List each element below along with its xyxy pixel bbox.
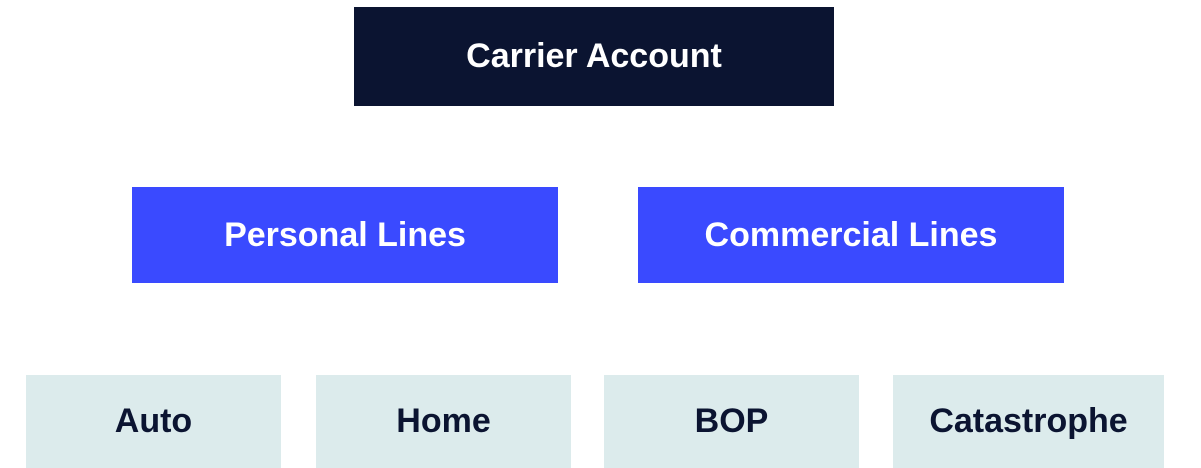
bop-node: BOP [604, 375, 859, 468]
carrier-account-node: Carrier Account [354, 7, 834, 106]
personal-lines-label: Personal Lines [224, 215, 466, 254]
carrier-account-label: Carrier Account [466, 37, 722, 75]
commercial-lines-label: Commercial Lines [704, 215, 998, 254]
auto-node: Auto [26, 375, 281, 468]
org-chart: { "colors": { "root_bg": "#0B1431", "roo… [0, 0, 1201, 468]
catastrophe-label: Catastrophe [929, 402, 1128, 440]
home-label: Home [396, 402, 491, 440]
bop-label: BOP [694, 402, 769, 440]
home-node: Home [316, 375, 571, 468]
auto-label: Auto [114, 402, 193, 440]
personal-lines-node: Personal Lines [132, 187, 558, 283]
commercial-lines-node: Commercial Lines [638, 187, 1064, 283]
catastrophe-node: Catastrophe [893, 375, 1164, 468]
